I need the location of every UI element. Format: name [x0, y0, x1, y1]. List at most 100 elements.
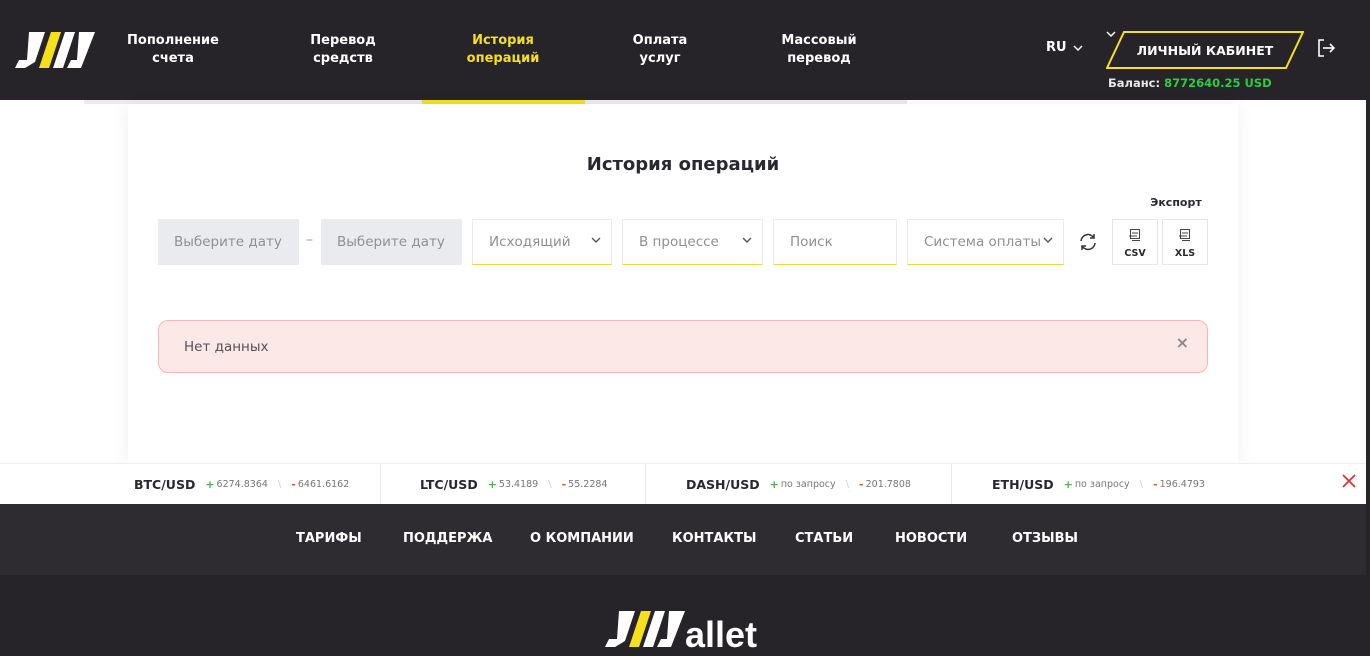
- direction-value: Исходящий: [489, 234, 571, 250]
- page-title: История операций: [586, 154, 780, 175]
- ticker-sell-value: 201.7808: [865, 479, 911, 490]
- page-scrollbar[interactable]: [1366, 0, 1370, 656]
- separator-icon: \: [548, 479, 552, 490]
- ticker-divider: [645, 464, 646, 505]
- ticker-item: ETH/USD + по запросу \ -196.4793: [992, 464, 1205, 505]
- ticker-pair: BTC/USD: [134, 477, 196, 492]
- export-title: Экспорт: [1150, 196, 1202, 209]
- date-from-placeholder: Выберите дату: [174, 234, 282, 250]
- separator-icon: \: [277, 479, 282, 490]
- nav-transfer-line1: Перевод: [310, 33, 376, 48]
- export-csv-label: CSV: [1124, 248, 1146, 259]
- ticker-buy-value: 6274.8364: [216, 479, 268, 490]
- ticker-close-icon[interactable]: [1341, 473, 1357, 489]
- footer-link-tariffs[interactable]: ТАРИФЫ: [296, 531, 362, 546]
- ticker-sell-value: 55.2284: [568, 479, 608, 490]
- plus-icon: +: [769, 478, 779, 491]
- chevron-down-icon: [1106, 31, 1116, 37]
- status-value: В процессе: [639, 234, 719, 250]
- footer-nav: ТАРИФЫ ПОДДЕРЖА О КОМПАНИИ КОНТАКТЫ СТАТ…: [0, 504, 1366, 575]
- footer-logo[interactable]: allet: [605, 607, 765, 652]
- ticker-sell: -55.2284: [562, 478, 608, 491]
- ticker-buy-value: по запросу: [780, 479, 836, 490]
- ticker-buy: +53.4189: [488, 478, 539, 491]
- file-export-icon: [1179, 229, 1190, 241]
- minus-icon: -: [291, 478, 296, 491]
- nav-transfer[interactable]: Перевод средств: [283, 32, 403, 68]
- export-csv-button[interactable]: CSV: [1112, 219, 1158, 265]
- nav-deposit[interactable]: Пополнение счета: [113, 32, 233, 68]
- ticker-item: DASH/USD + по запросу \ -201.7808: [686, 464, 911, 505]
- ticker-buy: + по запросу: [1064, 478, 1130, 491]
- nav-mass-transfer-line2: перевод: [787, 51, 851, 66]
- top-header: Пополнение счета Перевод средств История…: [0, 0, 1366, 100]
- plus-icon: +: [1063, 478, 1073, 491]
- status-select[interactable]: В процессе: [622, 219, 763, 265]
- search-input[interactable]: Поиск: [773, 219, 897, 265]
- ticker-sell: -6461.6162: [291, 478, 349, 491]
- language-selector[interactable]: RU: [1046, 40, 1083, 55]
- ticker-divider: [951, 464, 952, 505]
- payment-system-select[interactable]: Система оплаты: [907, 219, 1064, 265]
- plus-icon: +: [487, 478, 497, 491]
- ticker-pair: LTC/USD: [420, 477, 478, 492]
- ticker-pair: DASH/USD: [686, 477, 760, 492]
- minus-icon: -: [561, 478, 567, 491]
- footer-link-news[interactable]: НОВОСТИ: [895, 531, 967, 546]
- chevron-down-icon: [1073, 44, 1083, 51]
- cabinet-label: ЛИЧНЫЙ КАБИНЕТ: [1136, 42, 1274, 58]
- plus-icon: +: [205, 478, 215, 491]
- balance: Баланс: 8772640.25 USD: [1108, 76, 1272, 90]
- rates-ticker: BTC/USD +6274.8364 \ -6461.6162 LTC/USD …: [0, 463, 1366, 505]
- ticker-buy-value: 53.4189: [498, 479, 539, 490]
- personal-cabinet-button[interactable]: ЛИЧНЫЙ КАБИНЕТ: [1106, 31, 1304, 69]
- refresh-icon[interactable]: [1078, 232, 1098, 252]
- logout-icon[interactable]: [1316, 38, 1336, 58]
- nav-mass-transfer-line1: Массовый: [781, 33, 857, 48]
- footer-link-contacts[interactable]: КОНТАКТЫ: [672, 531, 756, 546]
- minus-icon: -: [1153, 478, 1158, 491]
- footer-link-reviews[interactable]: ОТЗЫВЫ: [1012, 531, 1078, 546]
- nav-payments-line1: Оплата: [632, 33, 688, 48]
- chevron-down-icon: [1043, 237, 1053, 243]
- nav-payments[interactable]: Оплата услуг: [600, 32, 720, 68]
- nav-history-line1: История: [472, 33, 534, 48]
- ticker-divider: [380, 464, 381, 505]
- minus-icon: -: [859, 478, 864, 491]
- history-card: История операций Выберите дату – Выберит…: [128, 104, 1238, 464]
- nav-deposit-line1: Пополнение: [127, 33, 219, 48]
- jwallet-logo[interactable]: [15, 30, 97, 70]
- nav-mass-transfer[interactable]: Массовый перевод: [759, 32, 879, 68]
- ticker-pair: ETH/USD: [992, 477, 1054, 492]
- footer-link-articles[interactable]: СТАТЬИ: [795, 531, 853, 546]
- ticker-sell: -201.7808: [859, 478, 911, 491]
- ticker-item: BTC/USD +6274.8364 \ -6461.6162: [134, 464, 349, 505]
- alert-close-icon[interactable]: ×: [1176, 333, 1189, 352]
- footer-link-support[interactable]: ПОДДЕРЖА: [403, 531, 492, 546]
- chevron-down-icon: [742, 237, 752, 243]
- ticker-buy: +6274.8364: [205, 478, 268, 491]
- balance-value: 8772640.25 USD: [1164, 76, 1272, 90]
- nav-history[interactable]: История операций: [443, 32, 563, 68]
- export-xls-label: XLS: [1174, 248, 1196, 259]
- ticker-item: LTC/USD +53.4189 \ -55.2284: [420, 464, 607, 505]
- date-separator: –: [306, 232, 313, 248]
- separator-icon: \: [1139, 479, 1144, 490]
- nav-payments-line2: услуг: [639, 51, 681, 66]
- date-from-input[interactable]: Выберите дату: [158, 219, 299, 265]
- date-to-placeholder: Выберите дату: [337, 234, 445, 250]
- ticker-buy-value: по запросу: [1074, 479, 1130, 490]
- date-to-input[interactable]: Выберите дату: [321, 219, 462, 265]
- direction-select[interactable]: Исходящий: [472, 219, 612, 265]
- export-xls-button[interactable]: XLS: [1162, 219, 1208, 265]
- ticker-sell: -196.4793: [1153, 478, 1205, 491]
- alert-message: Нет данных: [184, 339, 269, 355]
- nav-deposit-line2: счета: [152, 51, 194, 66]
- file-export-icon: [1129, 229, 1140, 241]
- nav-history-line2: операций: [466, 51, 540, 66]
- footer-link-about[interactable]: О КОМПАНИИ: [530, 531, 634, 546]
- footer-bottom: allet: [0, 575, 1366, 656]
- svg-text:allet: allet: [685, 614, 757, 652]
- balance-label: Баланс:: [1108, 76, 1161, 90]
- payment-system-value: Система оплаты: [924, 234, 1042, 250]
